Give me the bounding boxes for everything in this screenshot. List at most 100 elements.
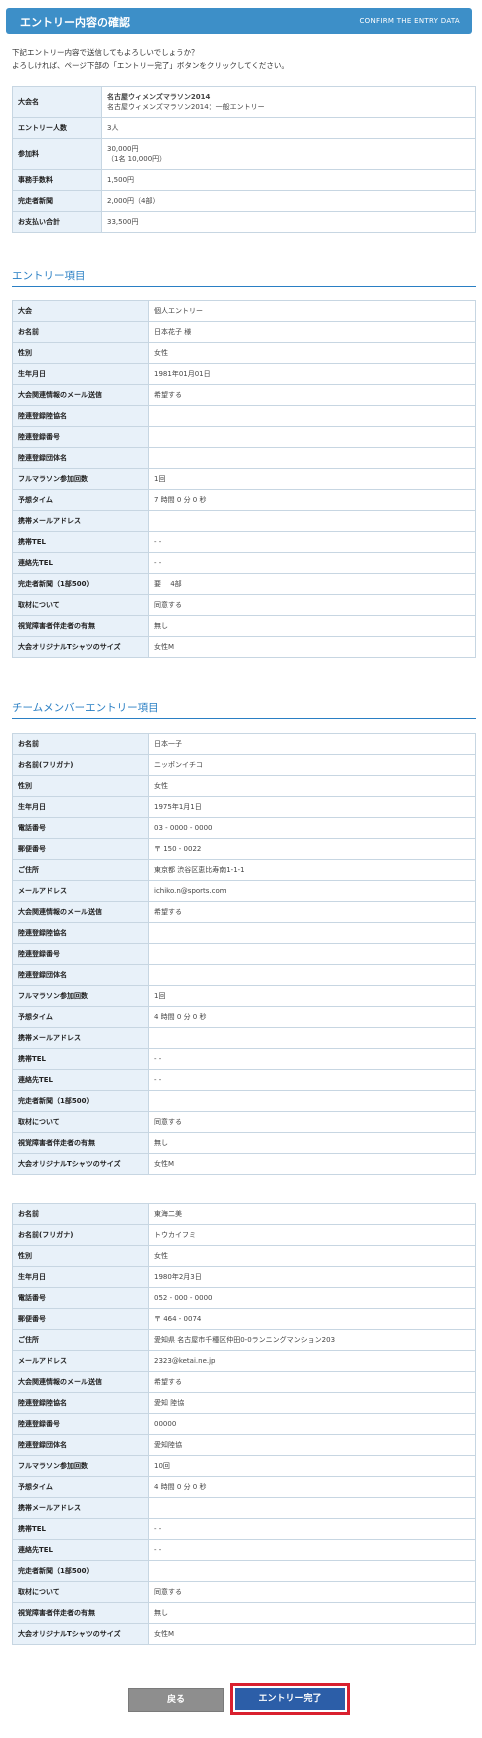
table-row: 陸連登録団体名 <box>12 447 476 469</box>
table-row: 陸連登録陸協名 <box>12 405 476 427</box>
row-label: 大会関連情報のメール送信 <box>12 901 149 923</box>
row-value: 1,500円 <box>101 169 476 191</box>
row-label: 大会関連情報のメール送信 <box>12 384 149 406</box>
row-label: 携帯メールアドレス <box>12 1027 149 1049</box>
row-value: 女性M <box>148 1623 476 1645</box>
row-value-text: 無し <box>154 1609 168 1617</box>
row-value-text: 1回 <box>154 992 166 1000</box>
row-label: 完走者新聞（1部500） <box>12 573 149 595</box>
table-row: フルマラソン参加回数 1回 <box>12 468 476 490</box>
entry-complete-button[interactable]: エントリー完了 <box>235 1688 345 1710</box>
row-label: 参加料 <box>12 138 102 170</box>
row-value-text: 3人 <box>107 124 119 132</box>
row-label: お名前 <box>12 1203 149 1225</box>
row-value <box>148 1560 476 1582</box>
row-value: 愛知 陸協 <box>148 1392 476 1414</box>
row-label: フルマラソン参加回数 <box>12 1455 149 1477</box>
row-value: - - <box>148 552 476 574</box>
row-value-text: トウカイフミ <box>154 1231 196 1239</box>
row-value-text: 無し <box>154 1139 168 1147</box>
table-row: 事務手数料 1,500円 <box>12 169 476 191</box>
row-value-subtext: 名古屋ウィメンズマラソン2014：一般エントリー <box>107 103 265 111</box>
table-row: 視覚障害者伴走者の有無 無し <box>12 1602 476 1624</box>
row-value: 無し <box>148 1132 476 1154</box>
row-value <box>148 426 476 448</box>
row-value-text: 女性 <box>154 1252 168 1260</box>
row-value-text: ichiko.n@sports.com <box>154 887 227 895</box>
row-value: 女性 <box>148 342 476 364</box>
table-row: 完走者新聞（1部500） <box>12 1090 476 1112</box>
row-value-text: 愛知 陸協 <box>154 1399 185 1407</box>
table-row: 連絡先TEL - - <box>12 552 476 574</box>
row-label: 予想タイム <box>12 1476 149 1498</box>
row-value: 女性M <box>148 636 476 658</box>
table-row: エントリー人数 3人 <box>12 117 476 139</box>
table-row: 完走者新聞 2,000円（4部） <box>12 190 476 212</box>
table-row: 連絡先TEL - - <box>12 1539 476 1561</box>
table-row: 予想タイム 4 時間 0 分 0 秒 <box>12 1006 476 1028</box>
back-button[interactable]: 戻る <box>128 1688 224 1712</box>
row-label: メールアドレス <box>12 1350 149 1372</box>
entry-table: 大会 個人エントリー お名前 日本花子 様性別 女性 生年月日 1981年01月01日 大会関… <box>12 300 476 658</box>
row-value: 10回 <box>148 1455 476 1477</box>
row-label: 郵便番号 <box>12 838 149 860</box>
row-label: 陸連登録陸協名 <box>12 405 149 427</box>
row-value: 1回 <box>148 985 476 1007</box>
row-value: 日本一子 <box>148 733 476 755</box>
row-value: 日本花子 様 <box>148 321 476 343</box>
row-value-text: 愛知県 名古屋市千種区仲田0-0ランニングマンション203 <box>154 1336 336 1344</box>
table-row: 連絡先TEL - - <box>12 1069 476 1091</box>
row-label: お名前 <box>12 321 149 343</box>
row-label: 大会オリジナルTシャツのサイズ <box>12 1623 149 1645</box>
row-label: 携帯TEL <box>12 1048 149 1070</box>
row-value: - - <box>148 1518 476 1540</box>
table-row: 電話番号 052 - 000 - 0000 <box>12 1287 476 1309</box>
row-label: 携帯TEL <box>12 531 149 553</box>
row-label: 事務手数料 <box>12 169 102 191</box>
row-value-text: 4 時間 0 分 0 秒 <box>154 1483 207 1491</box>
row-value-text: 希望する <box>154 1378 182 1386</box>
row-label: 大会オリジナルTシャツのサイズ <box>12 636 149 658</box>
row-label: 取材について <box>12 1581 149 1603</box>
table-row: 生年月日 1981年01月01日 <box>12 363 476 385</box>
row-value <box>148 447 476 469</box>
row-value-text: 女性 <box>154 782 168 790</box>
table-row: 大会関連情報のメール送信 希望する <box>12 384 476 406</box>
row-value-text: 女性M <box>154 643 175 651</box>
row-label: 陸連登録団体名 <box>12 447 149 469</box>
row-value: 1回 <box>148 468 476 490</box>
table-row: 性別 女性 <box>12 775 476 797</box>
row-value: 1975年1月1日 <box>148 796 476 818</box>
row-value <box>148 405 476 427</box>
row-label: 完走者新聞（1部500） <box>12 1560 149 1582</box>
row-value-text: 30,000円 <box>107 145 139 153</box>
row-label: お支払い合計 <box>12 211 102 233</box>
row-value: 希望する <box>148 384 476 406</box>
table-row: 郵便番号〒 464 - 0074 <box>12 1308 476 1330</box>
row-value: 00000 <box>148 1413 476 1435</box>
row-value: - - <box>148 1069 476 1091</box>
row-value-text: 2,000円（4部） <box>107 197 160 205</box>
table-row: 性別 女性 <box>12 342 476 364</box>
row-value: 7 時間 0 分 0 秒 <box>148 489 476 511</box>
row-value-text: 女性M <box>154 1630 175 1638</box>
row-value-text: 無し <box>154 622 168 630</box>
row-value-text: 〒 464 - 0074 <box>154 1315 202 1323</box>
row-value: 女性 <box>148 775 476 797</box>
table-row: 携帯TEL - - <box>12 531 476 553</box>
table-row: 予想タイム 7 時間 0 分 0 秒 <box>12 489 476 511</box>
table-row: 陸連登録団体名 <box>12 964 476 986</box>
row-label: 視覚障害者伴走者の有無 <box>12 615 149 637</box>
table-row: 取材について 同意する <box>12 1581 476 1603</box>
row-label: 大会 <box>12 300 149 322</box>
row-value: 33,500円 <box>101 211 476 233</box>
row-label: 連絡先TEL <box>12 552 149 574</box>
row-value: 30,000円 （1名 10,000円） <box>101 138 476 170</box>
summary-table: 大会名 名古屋ウィメンズマラソン2014 名古屋ウィメンズマラソン2014：一般エン… <box>12 86 476 233</box>
row-value <box>148 1090 476 1112</box>
row-value <box>148 943 476 965</box>
table-row: 性別 女性 <box>12 1245 476 1267</box>
member-table: お名前 日本一子 お名前(フリガナ) ニッポンイチコ 性別 女性 生年月日 1975年1月1日… <box>12 733 476 1175</box>
row-label: 携帯TEL <box>12 1518 149 1540</box>
row-label: 完走者新聞 <box>12 190 102 212</box>
